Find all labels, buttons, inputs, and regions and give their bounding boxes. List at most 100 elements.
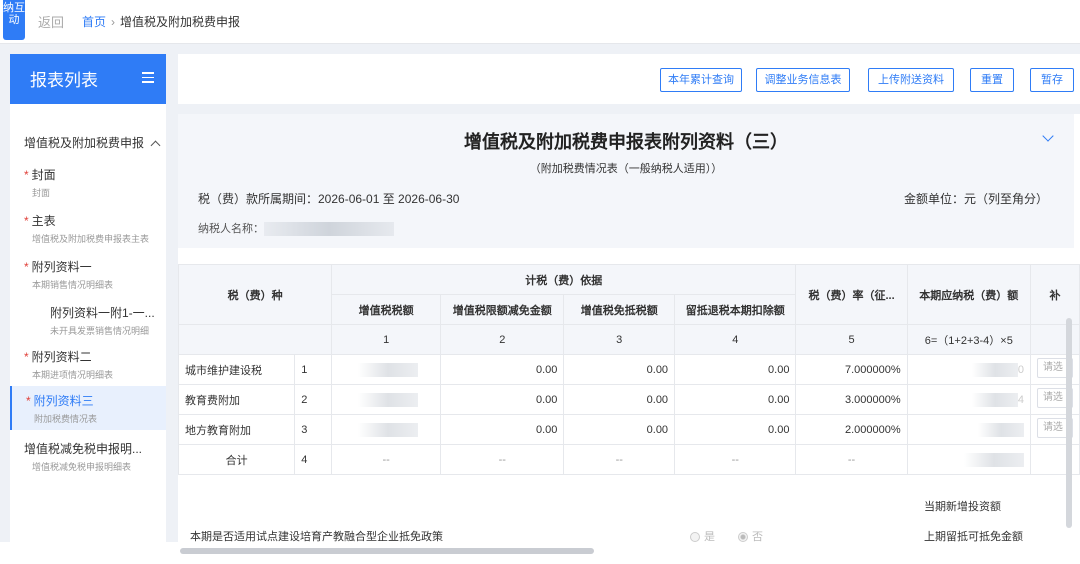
vat-amount-input[interactable] xyxy=(331,414,442,445)
sidebar-group-label: 增值税及附加税费申报 xyxy=(24,136,145,150)
total-exempt-credit: -- xyxy=(563,444,676,475)
tax-rate: 3.000000% xyxy=(795,384,908,415)
reduction-select-cell: 请选 xyxy=(1029,384,1080,415)
radio-selected-icon xyxy=(738,532,748,543)
adjust-business-info-button[interactable]: 调整业务信息表 xyxy=(756,68,850,92)
column-number-formula: 6=（1+2+3-4）×5 xyxy=(906,324,1031,355)
reset-button[interactable]: 重置 xyxy=(970,68,1014,92)
surcharge-table: 税（费）种 计税（费）依据 税（费）率（征... 本期应纳税（费）额 补 增值税… xyxy=(177,264,1080,475)
vertical-scrollbar[interactable] xyxy=(1066,318,1072,528)
redacted-taxpayer-name xyxy=(264,222,394,237)
top-bar: 纳互动 返回 首页 › 增值税及附加税费申报 xyxy=(0,0,1080,44)
horizontal-scrollbar-track xyxy=(0,542,1080,564)
required-mark: * xyxy=(24,260,29,274)
total-extra-cell xyxy=(1029,444,1080,475)
refund-deduction-input[interactable]: 0.00 xyxy=(674,354,797,385)
reduction-select-cell: 请选 xyxy=(1029,354,1080,385)
exempt-credit-input[interactable]: 0.00 xyxy=(563,414,676,445)
sidebar-item-subtitle: 本期销售情况明细表 xyxy=(32,280,114,290)
refund-deduction-input[interactable]: 0.00 xyxy=(674,414,797,445)
sidebar-header: 报表列表 xyxy=(10,54,166,104)
total-tax-rate: -- xyxy=(795,444,908,475)
tax-type-name: 城市维护建设税 xyxy=(177,354,296,385)
sidebar-item-main-form[interactable]: * 主表 增值税及附加税费申报表主表 xyxy=(10,212,166,245)
reduction-select-cell: 请选 xyxy=(1029,414,1080,445)
col-header-tax-type: 税（费）种 xyxy=(177,264,333,325)
sidebar-item-annex-1[interactable]: * 附列资料一 本期销售情况明细表 xyxy=(10,258,166,291)
payable-amount-visible: 4 xyxy=(1017,393,1024,406)
sidebar-item-annex-3[interactable]: * 附列资料三 附加税费情况表 xyxy=(10,386,166,430)
form-panel: 增值税及附加税费申报表附列资料（三） （附加税费情况表（一般纳税人适用）） 税（… xyxy=(177,114,1080,564)
sidebar-item-label: 封面 xyxy=(31,168,56,182)
radio-icon xyxy=(690,532,700,543)
required-mark: * xyxy=(26,394,31,408)
total-payable-amount xyxy=(906,444,1031,475)
menu-collapse-icon[interactable] xyxy=(142,72,154,84)
column-number: 2 xyxy=(440,324,565,355)
vat-amount-input[interactable] xyxy=(331,354,442,385)
column-number: 3 xyxy=(563,324,676,355)
refund-deduction-input[interactable]: 0.00 xyxy=(674,384,797,415)
upload-attachment-button[interactable]: 上传附送资料 xyxy=(868,68,954,92)
row-number: 1 xyxy=(294,354,333,385)
breadcrumb-current: 增值税及附加税费申报 xyxy=(120,15,241,29)
sidebar-item-vat-reduction[interactable]: 增值税减免税申报明... 增值税减免税申报明细表 xyxy=(10,440,166,473)
interaction-tab[interactable]: 纳互动 xyxy=(3,0,25,40)
limit-reduction-input[interactable]: 0.00 xyxy=(440,384,565,415)
horizontal-scrollbar[interactable] xyxy=(180,548,594,554)
amount-unit: 金额单位：元（列至角分） xyxy=(903,192,1048,206)
limit-reduction-input[interactable]: 0.00 xyxy=(440,354,565,385)
tax-rate: 2.000000% xyxy=(795,414,908,445)
row-number: 4 xyxy=(294,444,333,475)
sidebar-item-subtitle: 未开具发票销售情况明细 xyxy=(50,326,150,336)
limit-reduction-input[interactable]: 0.00 xyxy=(440,414,565,445)
form-header: 增值税及附加税费申报表附列资料（三） （附加税费情况表（一般纳税人适用）） 税（… xyxy=(178,114,1074,248)
sidebar-item-label: 主表 xyxy=(31,214,56,228)
breadcrumb: 首页 › 增值税及附加税费申报 xyxy=(82,13,240,30)
sidebar-item-subtitle: 封面 xyxy=(32,188,51,198)
exempt-credit-input[interactable]: 0.00 xyxy=(563,354,676,385)
col-header-extra: 补 xyxy=(1029,264,1080,325)
payable-amount: 0 xyxy=(906,354,1031,385)
annual-cumulative-query-button[interactable]: 本年累计查询 xyxy=(660,68,742,92)
sidebar-item-cover[interactable]: * 封面 封面 xyxy=(10,166,166,199)
col-header-limit-reduction: 增值税限额减免金额 xyxy=(440,294,565,325)
tax-type-name: 地方教育附加 xyxy=(177,414,296,445)
taxpayer-name: 纳税人名称： xyxy=(198,220,394,237)
save-draft-button[interactable]: 暂存 xyxy=(1030,68,1074,92)
breadcrumb-home[interactable]: 首页 xyxy=(82,15,106,29)
table-row: 地方教育附加 3 0.00 0.00 0.00 2.000000% 请选 xyxy=(177,414,1080,445)
total-label: 合计 xyxy=(177,444,296,475)
payable-amount xyxy=(906,414,1031,445)
total-vat-amount: -- xyxy=(331,444,442,475)
sidebar-item-subtitle: 增值税减免税申报明细表 xyxy=(32,462,132,472)
exempt-credit-input[interactable]: 0.00 xyxy=(563,384,676,415)
column-number-blank xyxy=(1029,324,1080,355)
sidebar-item-label: 附列资料三 xyxy=(33,394,94,408)
tax-period: 税（费）款所属期间：2026-06-01 至 2026-06-30 xyxy=(198,192,460,206)
form-title: 增值税及附加税费申报表附列资料（三） xyxy=(464,132,788,152)
sidebar-item-annex-2[interactable]: * 附列资料二 本期进项情况明细表 xyxy=(10,348,166,381)
sidebar-item-label: 附列资料二 xyxy=(31,350,92,364)
breadcrumb-separator: › xyxy=(111,15,116,29)
sidebar-item-label: 附列资料一附1-一... xyxy=(50,306,155,320)
sidebar-item-label: 附列资料一 xyxy=(31,260,92,274)
sidebar-item-annex-1-sub-1[interactable]: 附列资料一附1-一... 未开具发票销售情况明细 xyxy=(10,304,166,337)
back-link[interactable]: 返回 xyxy=(38,12,64,31)
sidebar-item-subtitle: 本期进项情况明细表 xyxy=(32,370,114,380)
required-mark: * xyxy=(24,214,29,228)
tax-rate: 7.000000% xyxy=(795,354,908,385)
action-toolbar: 本年累计查询 调整业务信息表 上传附送资料 重置 暂存 xyxy=(178,54,1080,104)
vat-amount-input[interactable] xyxy=(331,384,442,415)
col-header-refund-deduction: 留抵退税本期扣除额 xyxy=(674,294,797,325)
row-number: 2 xyxy=(294,384,333,415)
row-number: 3 xyxy=(294,414,333,445)
chevron-up-icon xyxy=(150,140,161,151)
sidebar-title: 报表列表 xyxy=(30,71,98,90)
sidebar-item-label: 增值税减免税申报明... xyxy=(24,442,143,456)
column-number: 1 xyxy=(331,324,442,355)
column-number: 5 xyxy=(795,324,908,355)
column-number-blank xyxy=(177,324,333,355)
sidebar-group-vat[interactable]: 增值税及附加税费申报 xyxy=(24,134,161,151)
payable-amount-visible: 0 xyxy=(1017,363,1024,376)
